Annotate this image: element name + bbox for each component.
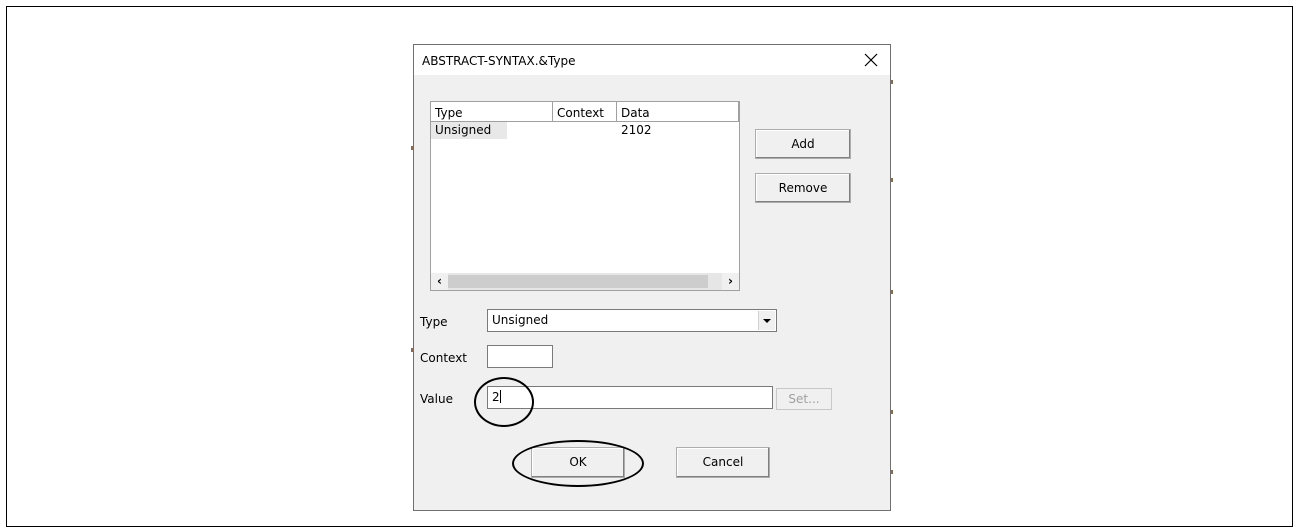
type-select-value: Unsigned [492,313,549,327]
horizontal-scrollbar[interactable]: ‹ › [431,273,739,290]
text-cursor [499,390,501,403]
chevron-right-icon[interactable]: › [722,273,739,290]
value-field[interactable]: 2 [487,386,773,409]
cell-context [553,122,617,139]
edge-mark [891,178,893,182]
title-bar: ABSTRACT-SYNTAX.&Type [414,45,890,75]
list-header: Type Context Data [431,102,739,122]
chevron-down-icon[interactable] [758,311,775,330]
set-button[interactable]: Set... [776,388,832,410]
column-header-type[interactable]: Type [431,102,553,122]
close-icon[interactable] [860,49,882,71]
type-select[interactable]: Unsigned [487,309,777,332]
abstract-syntax-dialog: ABSTRACT-SYNTAX.&Type Type Context Data … [413,44,891,511]
value-label: Value [420,392,453,406]
edge-mark [891,80,893,84]
column-header-context[interactable]: Context [553,102,617,122]
edge-mark [891,410,893,414]
value-field-text: 2 [492,390,500,404]
add-button[interactable]: Add [755,129,851,159]
list-item[interactable]: Unsigned 2102 [431,122,739,139]
ok-button[interactable]: OK [531,447,625,478]
cell-type: Unsigned [431,122,507,139]
context-field[interactable] [487,345,553,368]
column-header-data[interactable]: Data [617,102,739,122]
cancel-button[interactable]: Cancel [676,447,770,478]
cell-data: 2102 [621,123,652,137]
chevron-left-icon[interactable]: ‹ [431,273,448,290]
scrollbar-thumb[interactable] [448,275,708,288]
remove-button[interactable]: Remove [755,173,851,203]
type-label: Type [420,315,448,329]
edge-mark [891,470,893,474]
edge-mark [891,290,893,294]
dialog-title: ABSTRACT-SYNTAX.&Type [422,54,576,68]
context-label: Context [420,351,468,365]
type-list[interactable]: Type Context Data Unsigned 2102 ‹ › [430,101,740,291]
